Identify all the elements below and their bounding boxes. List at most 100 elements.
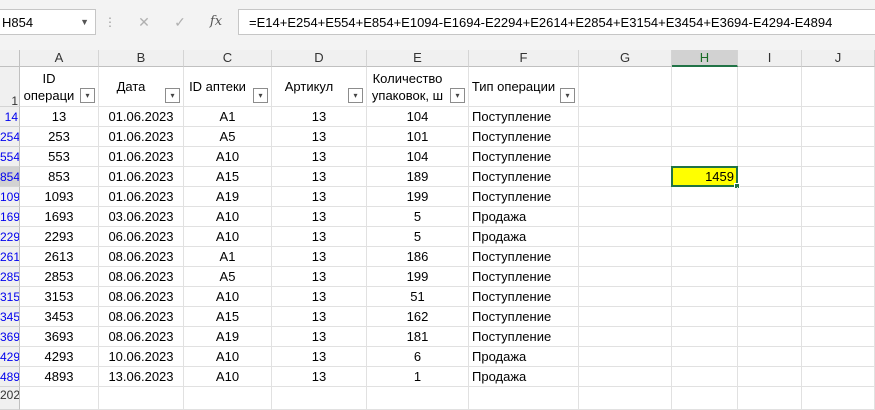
table-cell[interactable]: Поступление [469,187,579,207]
table-cell[interactable] [184,387,272,410]
filter-dropdown-icon[interactable]: ▾ [165,88,180,103]
table-cell[interactable] [672,247,738,267]
active-cell[interactable]: 1459 [671,166,740,189]
table-cell[interactable]: A19 [184,327,272,347]
table-cell[interactable]: 162 [367,307,469,327]
table-cell[interactable] [579,307,672,327]
column-header-h[interactable]: H [672,50,738,67]
table-cell[interactable]: 13.06.2023 [99,367,184,387]
table-cell[interactable] [672,187,738,207]
table-cell[interactable]: 5 [367,227,469,247]
table-cell[interactable] [802,127,875,147]
table-cell[interactable] [20,387,99,410]
table-cell[interactable] [579,207,672,227]
column-header-f[interactable]: F [469,50,579,67]
table-cell[interactable] [579,327,672,347]
table-cell[interactable]: 08.06.2023 [99,327,184,347]
table-cell[interactable]: A1 [184,247,272,267]
table-cell[interactable]: 6 [367,347,469,367]
table-cell[interactable]: Поступление [469,267,579,287]
table-cell[interactable] [738,327,802,347]
table-cell[interactable]: 4293 [20,347,99,367]
table-cell[interactable]: A15 [184,307,272,327]
table-cell[interactable]: Поступление [469,167,579,187]
table-cell[interactable]: 104 [367,147,469,167]
table-cell[interactable]: Поступление [469,307,579,327]
row-header[interactable]: 2614 [0,247,20,267]
table-cell[interactable] [672,287,738,307]
table-cell[interactable]: 13 [272,207,367,227]
table-cell[interactable] [738,287,802,307]
table-cell[interactable]: 03.06.2023 [99,207,184,227]
filter-dropdown-icon[interactable]: ▾ [560,88,575,103]
table-cell[interactable] [672,107,738,127]
table-cell[interactable]: 853 [20,167,99,187]
table-cell[interactable] [802,307,875,327]
table-cell[interactable]: 13 [272,227,367,247]
column-header-e[interactable]: E [367,50,469,67]
table-cell[interactable]: 13 [272,267,367,287]
row-header[interactable]: 202 [0,387,20,410]
row-header[interactable]: 3454 [0,307,20,327]
table-cell[interactable] [802,147,875,167]
row-header[interactable]: 2854 [0,267,20,287]
table-cell[interactable]: 13 [272,167,367,187]
filter-dropdown-icon[interactable]: ▾ [80,88,95,103]
filter-dropdown-icon[interactable]: ▾ [253,88,268,103]
table-cell[interactable]: 13 [272,247,367,267]
table-cell[interactable] [802,367,875,387]
table-cell[interactable] [367,387,469,410]
column-header-i[interactable]: I [738,50,802,67]
table-cell[interactable] [738,347,802,367]
table-cell[interactable] [738,127,802,147]
table-cell[interactable] [738,107,802,127]
table-cell[interactable]: 1693 [20,207,99,227]
table-cell[interactable] [672,387,738,410]
table-cell[interactable]: 2293 [20,227,99,247]
table-cell[interactable]: 51 [367,287,469,307]
table-cell[interactable]: Поступление [469,247,579,267]
table-cell[interactable] [272,387,367,410]
table-cell[interactable]: Продажа [469,207,579,227]
table-cell[interactable]: 3693 [20,327,99,347]
table-cell[interactable]: 1 [367,367,469,387]
row-header[interactable]: 1694 [0,207,20,227]
column-header-a[interactable]: A [20,50,99,67]
table-cell[interactable]: A10 [184,347,272,367]
table-cell[interactable] [579,287,672,307]
table-cell[interactable]: 104 [367,107,469,127]
cancel-icon[interactable]: ✕ [133,10,155,34]
row-header[interactable]: 254 [0,127,20,147]
table-cell[interactable]: A10 [184,367,272,387]
table-cell[interactable] [738,207,802,227]
chevron-down-icon[interactable]: ▼ [80,17,89,27]
table-cell[interactable]: 5 [367,207,469,227]
table-cell[interactable]: 189 [367,167,469,187]
table-cell[interactable] [672,207,738,227]
table-cell[interactable]: 3453 [20,307,99,327]
enter-icon[interactable]: ✓ [169,10,191,34]
table-cell[interactable] [802,227,875,247]
table-cell[interactable] [672,227,738,247]
row-header[interactable]: 3694 [0,327,20,347]
table-cell[interactable]: 01.06.2023 [99,187,184,207]
table-cell[interactable]: 01.06.2023 [99,107,184,127]
row-header[interactable]: 4894 [0,367,20,387]
table-cell[interactable] [738,227,802,247]
table-cell[interactable] [802,267,875,287]
table-cell[interactable]: 3153 [20,287,99,307]
table-cell[interactable] [672,127,738,147]
table-cell[interactable] [738,147,802,167]
table-cell[interactable] [672,147,738,167]
row-header[interactable]: 2294 [0,227,20,247]
insert-function-icon[interactable]: fx [205,10,227,34]
table-cell[interactable] [579,187,672,207]
table-cell[interactable]: Продажа [469,367,579,387]
table-cell[interactable]: 13 [272,187,367,207]
row-header[interactable]: 3154 [0,287,20,307]
table-cell[interactable] [579,347,672,367]
table-cell[interactable]: A19 [184,187,272,207]
table-cell[interactable]: 2613 [20,247,99,267]
table-cell[interactable] [672,327,738,347]
table-cell[interactable] [579,167,672,187]
